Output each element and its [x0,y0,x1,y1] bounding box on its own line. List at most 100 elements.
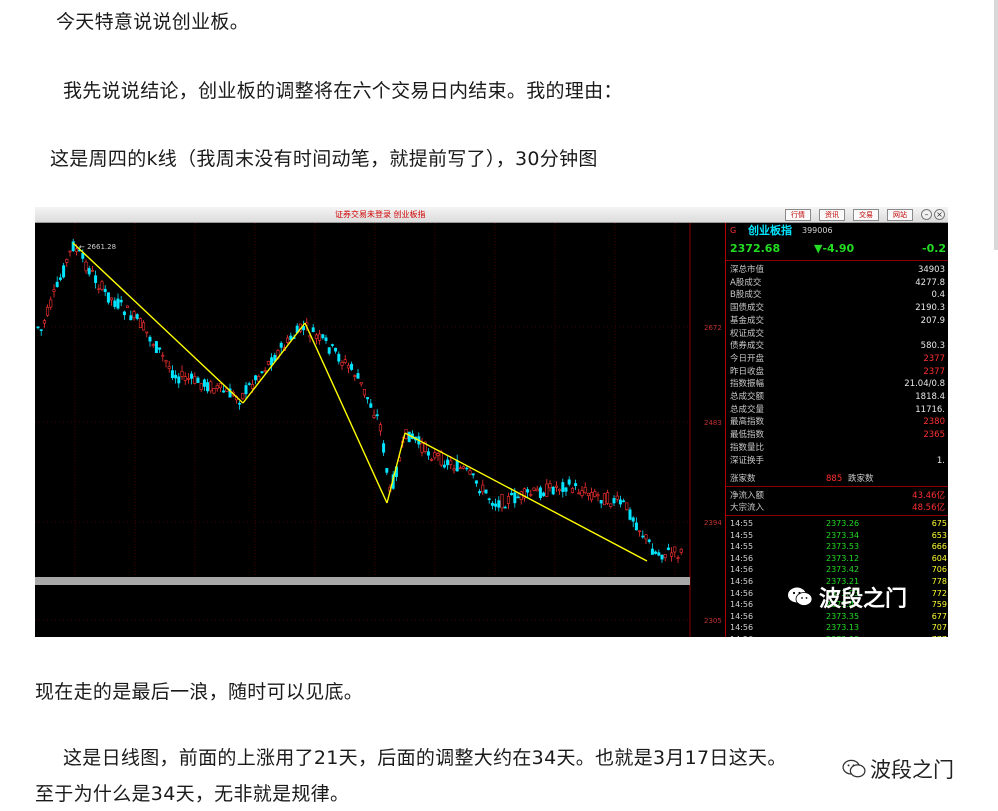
candle-body [353,375,357,378]
page-scrollbar[interactable] [994,0,998,250]
candle-body [68,250,72,253]
tab-trade[interactable]: 交易 [853,209,879,221]
candle-body [593,491,597,497]
candle-body [311,327,315,333]
quote-stat-label: 国债成交 [730,303,765,314]
candlestick-chart: 2672 2483 2394 2305 ← 2661.28 [35,223,725,637]
footer-watermark: 波段之门 [838,752,958,786]
article-paragraph-1: 今天特意说说创业板。 [56,11,250,33]
candle-body [474,480,478,484]
candle-body [465,467,469,470]
software-titlebar: 证券交易未登录 创业板指 行情 资讯 交易 网站 – × [35,207,948,223]
quote-stat-label: 债券成交 [730,341,765,352]
tick-row: 14:56 2373.42 706 [726,564,948,576]
candle-body [180,370,184,377]
candle-body [583,486,587,493]
close-icon[interactable]: × [934,209,945,220]
candle-body [510,492,514,496]
candle-body [382,443,386,453]
candle-body [119,299,123,303]
candle-body [174,374,178,379]
candle-body [286,337,290,343]
candle-body [548,483,552,489]
candle-body [494,503,498,507]
tick-vol: 772 [931,588,947,598]
breadth-down-count: 885 [826,474,843,484]
candle-body [327,347,331,354]
candle-body [650,548,654,555]
candle-body [430,459,434,461]
candle-body [471,473,475,476]
candle-body [375,414,379,417]
footer-watermark-text: 波段之门 [870,758,954,782]
candle-body [420,442,424,453]
tab-website[interactable]: 网站 [887,209,913,221]
candle-body [433,452,437,459]
candle-body [113,300,117,307]
candle-body [439,451,443,466]
article-paragraph-5: 这是日线图，前面的上涨用了21天，后面的调整大约在34天。也就是3月17日这天。 [63,747,787,769]
quote-name: 创业板指 [748,224,792,237]
tick-row: 14:56 2373.13 707 [726,622,948,634]
candle-body [622,500,626,503]
quote-stat-value: 2380 [923,417,945,428]
candle-body [279,342,283,348]
candle-body [372,414,376,418]
quote-stat-value: 2365 [923,430,945,441]
flow-value: 43.46亿 [912,491,945,501]
candle-body [334,347,338,352]
scroll-bar[interactable] [35,577,690,585]
candle-body [196,377,200,383]
tab-news[interactable]: 资讯 [819,209,845,221]
candle-body [138,318,142,328]
breadth-down-label: 跌家数 [848,474,874,484]
candle-body [577,492,581,495]
wave-line [72,242,244,404]
candle-body [100,281,104,290]
candle-body [519,491,523,501]
quote-stat-label: 今日开盘 [730,353,765,364]
candle-body [679,548,683,553]
quote-stat-row: B股成交 0.4 [726,289,948,301]
quote-stat-label: 深总市值 [730,265,765,275]
candle-body [154,341,158,354]
quote-stat-row: 最高指数 2380 [726,416,948,428]
candle-body [660,554,664,560]
quote-stat-label: 指数振幅 [730,379,765,390]
candle-body [218,383,222,389]
candle-body [58,277,62,280]
tick-vol: 666 [931,542,947,552]
candle-body [497,500,501,508]
candle-body [135,314,139,319]
candle-body [634,522,638,531]
candle-body [263,370,267,372]
wave-line [404,432,648,562]
candle-body [545,483,549,497]
tick-time: 14:55 [730,519,754,528]
quote-stat-row: 债券成交 580.3 [726,340,948,352]
tab-quotes[interactable]: 行情 [785,209,811,221]
minimize-icon[interactable]: – [921,209,932,220]
tick-time: 14:56 [730,588,754,598]
candle-body [599,500,603,504]
candle-body [484,489,488,494]
candle-body [126,305,130,309]
candle-body [170,370,174,378]
quote-stat-row: 总成交量 11716. [726,404,948,416]
quote-stat-label: 权证成交 [730,328,765,339]
tick-time: 14:56 [730,577,754,586]
candle-body [247,383,251,385]
candle-body [122,311,126,316]
tick-time: 14:56 [730,634,753,637]
quote-stat-value: 0.4 [931,290,945,301]
candle-body [164,360,168,363]
candle-body [94,275,98,283]
candle-body [615,495,619,500]
candle-body [551,486,555,495]
candle-body [542,492,546,497]
quote-stat-value: 207.9 [920,315,945,326]
candle-body [446,459,450,466]
tick-time: 14:56 [730,553,754,563]
candle-body [350,363,354,370]
tick-time: 14:55 [730,530,754,540]
